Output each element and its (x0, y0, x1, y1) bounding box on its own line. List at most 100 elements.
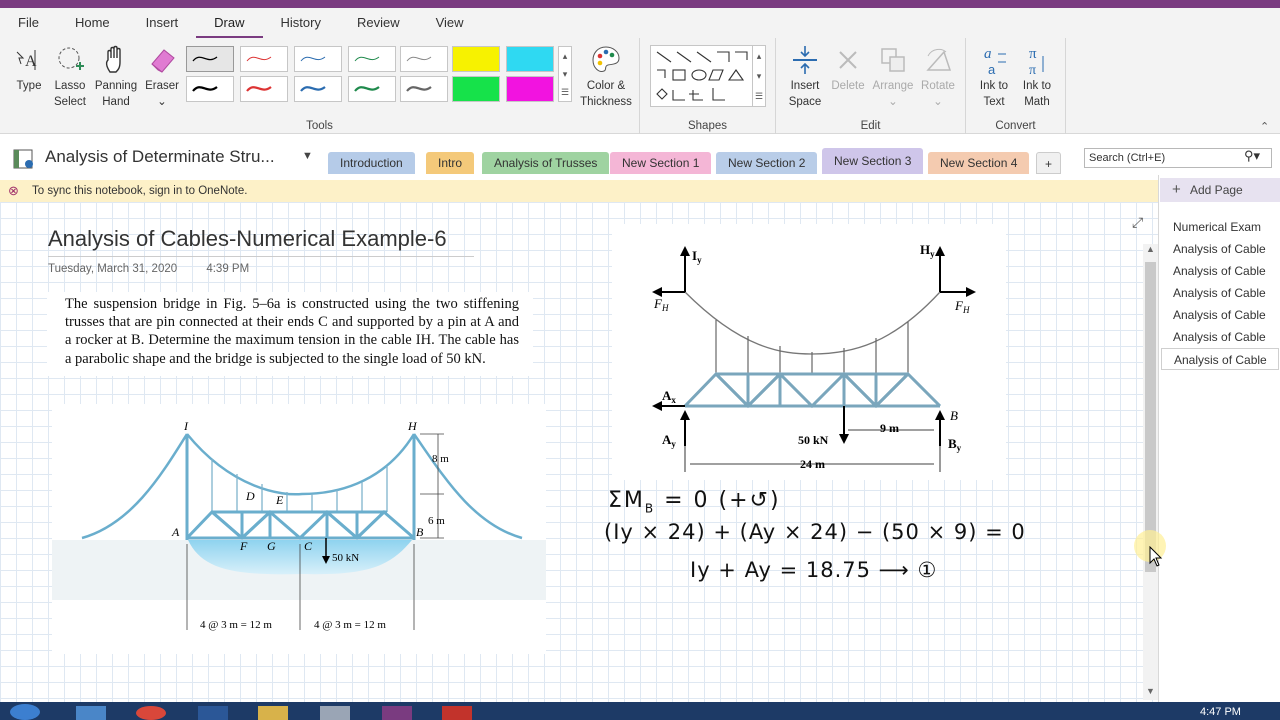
menu-view[interactable]: View (418, 8, 482, 38)
onenote-icon[interactable] (382, 706, 412, 720)
menu-review[interactable]: Review (339, 8, 418, 38)
tab-introduction[interactable]: Introduction (328, 152, 415, 174)
tab-new-section-1[interactable]: New Section 1 (610, 152, 712, 174)
page-item[interactable]: Analysis of Cable (1161, 260, 1279, 282)
taskbar-app-icon[interactable] (320, 706, 350, 720)
lasso-select-button[interactable]: Lasso Select (50, 44, 90, 110)
ink-to-math-button[interactable]: ππ Ink to Math (1016, 44, 1058, 110)
shapes-gallery[interactable] (650, 45, 754, 107)
load-label: 50 kN (332, 552, 359, 564)
pen-green-thin[interactable] (348, 46, 396, 72)
tab-intro[interactable]: Intro (426, 152, 475, 174)
search-icon[interactable]: ⚲▾ (1244, 148, 1260, 164)
notebook-title[interactable]: Analysis of Determinate Stru... (45, 147, 275, 167)
add-section-button[interactable]: + (1036, 152, 1062, 174)
palette-icon (592, 46, 620, 72)
label-b: B (950, 408, 958, 423)
ink-equation-2[interactable]: (Iy × 24) + (Ay × 24) − (50 × 9) = 0 (604, 520, 1026, 544)
eraser-button[interactable]: Eraser ⌄ (142, 44, 182, 110)
pen-red-thin[interactable] (240, 46, 288, 72)
page-title[interactable]: Analysis of Cables-Numerical Example-6 (48, 226, 474, 257)
menu-draw[interactable]: Draw (196, 8, 263, 38)
pen-black-thin[interactable] (186, 46, 234, 72)
label-e: E (275, 493, 284, 507)
highlighter-cyan[interactable] (506, 46, 554, 72)
pen-blue-thin[interactable] (294, 46, 342, 72)
page-item[interactable]: Analysis of Cable (1161, 326, 1279, 348)
pen-stroke-icon (192, 86, 218, 92)
ink-to-text-button[interactable]: aa Ink to Text (974, 44, 1014, 110)
free-body-diagram[interactable]: Iy Hy FH FH Ax Ay B By 50 kN 9 m 24 m (612, 224, 1006, 480)
shapes-scroll[interactable]: ▴ ▾ ☰ (752, 45, 766, 107)
page-item-selected[interactable]: Analysis of Cable (1161, 348, 1279, 370)
tab-analysis-of-trusses[interactable]: Analysis of Trusses (482, 152, 610, 174)
scroll-up-icon[interactable]: ▲ (1145, 244, 1156, 258)
mouse-pointer-icon (1149, 546, 1163, 567)
arrange-button[interactable]: Arrange ⌄ (870, 44, 916, 110)
ink-equation-1[interactable]: ΣMB = 0 (+↺) (608, 488, 781, 515)
collapse-ribbon-icon[interactable]: ⌃ (1260, 120, 1269, 133)
label-i: I (183, 419, 189, 433)
powerpoint-icon[interactable] (442, 706, 472, 720)
color-thickness-button[interactable]: Color & Thickness (578, 44, 634, 110)
pen-gallery-scroll[interactable]: ▴ ▾ ☰ (558, 46, 572, 102)
add-page-button[interactable]: + Add Page (1160, 178, 1280, 202)
rotate-icon (926, 48, 952, 71)
pen-green-thick[interactable] (348, 76, 396, 102)
taskbar-app-icon[interactable] (76, 706, 106, 720)
label-b: B (416, 525, 424, 539)
ink-equation-3[interactable]: Iy + Ay = 18.75 ⟶ ① (690, 558, 937, 582)
menu-home[interactable]: Home (57, 8, 128, 38)
start-button[interactable] (10, 704, 40, 720)
chevron-down-icon: ⌄ (888, 96, 898, 108)
page-item[interactable]: Analysis of Cable (1161, 238, 1279, 260)
svg-text:π: π (1029, 63, 1036, 76)
label-c: C (304, 539, 313, 553)
pen-gray-thin[interactable] (400, 46, 448, 72)
taskbar: 4:47 PM (0, 702, 1280, 720)
highlighter-magenta[interactable] (506, 76, 554, 102)
label-d: D (245, 489, 255, 503)
menu-insert[interactable]: Insert (128, 8, 197, 38)
notebook-icon[interactable] (12, 148, 38, 170)
menu-history[interactable]: History (263, 8, 339, 38)
shapes-icon (656, 51, 748, 101)
chevron-down-icon[interactable]: ⌄ (157, 96, 167, 108)
tab-new-section-3[interactable]: New Section 3 (822, 148, 924, 174)
page-scrollbar[interactable]: ▲ ▼ (1143, 244, 1158, 700)
pen-blue-thick[interactable] (294, 76, 342, 102)
pen-stroke-icon (300, 86, 326, 92)
pen-stroke-icon (300, 56, 326, 62)
panning-hand-button[interactable]: Panning Hand (92, 44, 140, 110)
scroll-down-icon[interactable]: ▼ (1145, 686, 1156, 700)
clock[interactable]: 4:47 PM (1200, 706, 1241, 718)
sync-banner: ⊗ To sync this notebook, sign in to OneN… (0, 180, 1158, 202)
tab-new-section-4[interactable]: New Section 4 (928, 152, 1030, 174)
ink-to-math-icon: ππ (1029, 46, 1044, 76)
insert-space-button[interactable]: Insert Space (784, 44, 826, 110)
menu-file[interactable]: File (0, 8, 57, 38)
chevron-down-icon[interactable]: ▼ (302, 150, 313, 162)
chrome-icon[interactable] (136, 706, 166, 720)
problem-statement[interactable]: The suspension bridge in Fig. 5–6a is co… (47, 292, 533, 376)
highlighter-green[interactable] (452, 76, 500, 102)
delete-button[interactable]: Delete (828, 44, 868, 94)
sync-message[interactable]: To sync this notebook, sign in to OneNot… (32, 185, 247, 197)
scroll-thumb[interactable] (1145, 262, 1156, 572)
page-item[interactable]: Analysis of Cable (1161, 304, 1279, 326)
pen-gray-thick[interactable] (400, 76, 448, 102)
page-item[interactable]: Analysis of Cable (1161, 282, 1279, 304)
explorer-icon[interactable] (258, 706, 288, 720)
page-item[interactable]: Numerical Exam (1161, 216, 1279, 238)
type-button[interactable]: A Type (10, 44, 48, 94)
word-icon[interactable] (198, 706, 228, 720)
rotate-button[interactable]: Rotate ⌄ (916, 44, 960, 110)
pen-black-thick[interactable] (186, 76, 234, 102)
label-fh-left: FH (653, 296, 669, 313)
highlighter-yellow[interactable] (452, 46, 500, 72)
pen-red-thick[interactable] (240, 76, 288, 102)
expand-icon[interactable]: ⤢ (1132, 214, 1143, 231)
tab-new-section-2[interactable]: New Section 2 (716, 152, 818, 174)
bridge-figure[interactable]: I H D E A F G C B 50 kN 8 m 6 m 4 @ 3 m … (52, 404, 546, 654)
edit-group: Insert Space Delete Arrange ⌄ Rotate ⌄ Edit (776, 38, 966, 134)
